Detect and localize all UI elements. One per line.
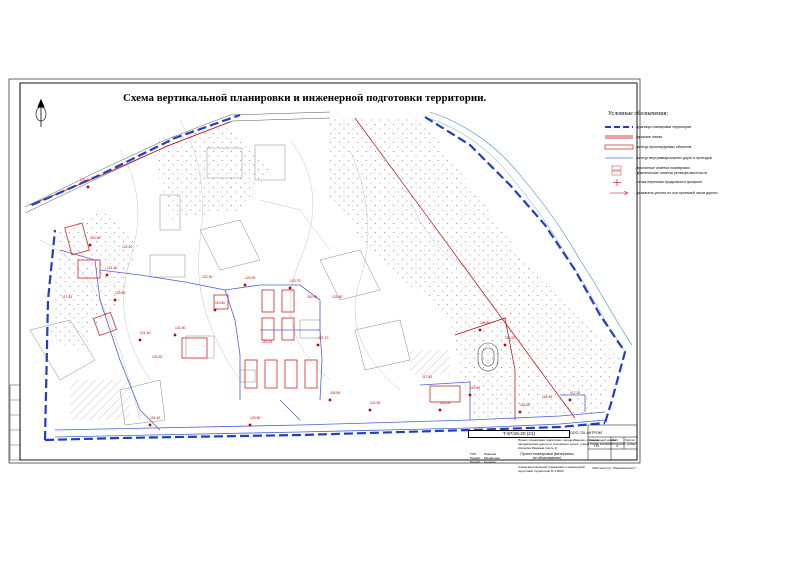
elevation-label: 121.00: [80, 178, 91, 182]
drawing-name: Схема вертикальной планировки и инженерн…: [518, 465, 585, 473]
company-name: ООО "СК АНТРОМ": [570, 431, 603, 435]
organization: ОАО институт "Ивановопроект": [592, 466, 636, 470]
elevation-label: 120.90: [90, 236, 101, 240]
elevation-label: 120.60: [332, 295, 343, 299]
drawing-code: Т-57/15-20 (21): [468, 430, 570, 438]
document-name: Проект планировки (материалы по обоснова…: [520, 452, 574, 460]
elevation-label: 120.50: [250, 416, 261, 420]
drawing-title: Схема вертикальной планировки и инженерн…: [123, 92, 487, 104]
legend-item: - указатель уклона по оси проезжей части…: [635, 191, 718, 195]
elevation-label: 121.70: [318, 336, 329, 340]
elevation-label: 117.80: [422, 375, 433, 379]
elevation-label: 118.20: [520, 403, 531, 407]
elevation-label: 121.40: [140, 331, 151, 335]
legend-heading: Условные обозначения:: [608, 111, 669, 117]
elevation-label: 121.50: [175, 326, 186, 330]
legend-item: - красные линии: [635, 135, 663, 139]
legend-item: - проектные отметки планировки: [635, 166, 690, 170]
stage-value: ПП: [594, 444, 600, 448]
name-3: Куприна: [484, 460, 496, 464]
elevation-label: 116.40: [150, 416, 161, 420]
elevation-label: 121.30: [107, 266, 118, 270]
legend-symbols: [604, 126, 634, 196]
elevation-label: 117.40: [62, 295, 73, 299]
elevation-label: 122.00: [440, 401, 451, 405]
sheet-label: Лист: [612, 438, 619, 442]
legend-item: - контур проектируемых объектов: [635, 145, 692, 149]
elevation-label: 118.90: [330, 391, 341, 395]
stage-label: Стадия: [589, 438, 600, 442]
elevation-label: 120.80: [115, 291, 126, 295]
legend-item: - фактические отметки рельефа местности: [635, 171, 707, 175]
legend-item: - граница планировки территории: [635, 125, 692, 129]
elevation-label: 119.90: [307, 295, 318, 299]
elevation-label: 118.80: [480, 321, 491, 325]
elevation-label: 119.80: [215, 301, 226, 305]
drawing-sheet: Схема вертикальной планировки и инженерн…: [0, 0, 800, 566]
legend-item: - контур внутриквартальных дорог и проез…: [635, 156, 712, 160]
sheet-value: 3: [616, 444, 618, 448]
elevation-label: 122.30: [202, 275, 213, 279]
margin-stamp: [9, 384, 21, 461]
elevation-label: 121.20: [122, 245, 133, 249]
elevation-label: 117.10: [570, 391, 581, 395]
elevation-label: 121.90: [370, 401, 381, 405]
plan-drawing: [8, 78, 641, 464]
terrain-dots: [330, 116, 620, 418]
elevation-label: 120.70: [290, 279, 301, 283]
sheets-label: Листов: [625, 438, 635, 442]
north-arrow: [35, 98, 47, 127]
elevation-label: 116.90: [542, 395, 553, 399]
elevation-label: 119.20: [262, 340, 273, 344]
role-3: Разраб.: [470, 460, 481, 464]
elevation-label: 120.00: [245, 276, 256, 280]
elevation-label: 119.50: [470, 386, 481, 390]
legend-item: - точка перелома продольного профиля: [635, 180, 702, 184]
elevation-label: 119.00: [505, 336, 516, 340]
elevation-label: 120.40: [152, 355, 163, 359]
